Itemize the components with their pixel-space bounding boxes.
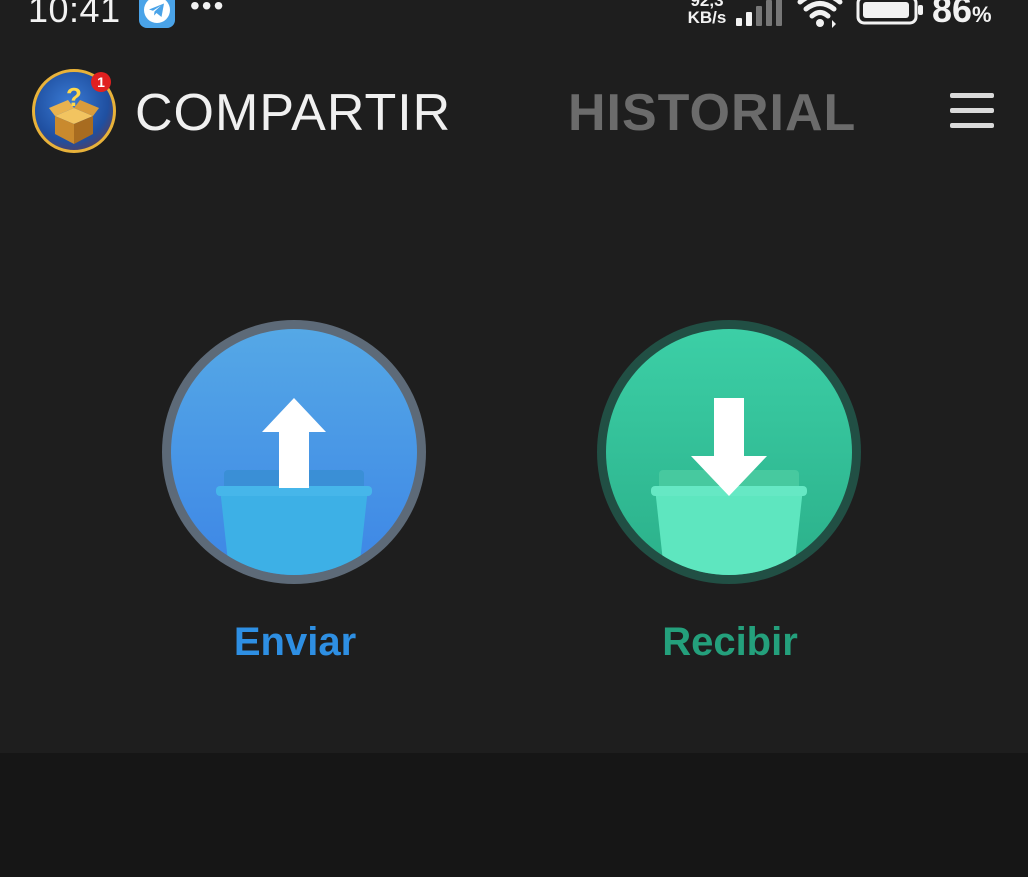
send-label: Enviar [233,620,357,664]
network-speed: 92,3 KB/s [684,0,730,26]
battery-icon [856,0,926,26]
menu-button[interactable] [944,89,1000,133]
tab-historial[interactable]: HISTORIAL [568,78,856,148]
network-speed-unit: KB/s [687,8,727,27]
bottom-panel [0,753,1028,877]
more-notifications-icon: ••• [190,0,226,21]
svg-text:?: ? [66,82,82,112]
app-bar: ? 1 COMPARTIR HISTORIAL [0,60,1028,170]
upload-folder-icon [162,320,426,584]
download-folder-icon [597,320,861,584]
status-bar: 10:41 ••• 92,3 KB/s 86% [0,0,1028,32]
receive-button[interactable]: Recibir [595,318,865,678]
app-screen: 10:41 ••• 92,3 KB/s 86% ? 1 COMPARTIR HI… [0,0,1028,877]
status-time: 10:41 [28,0,121,30]
battery-percent: 86% [932,0,992,30]
notification-badge: 1 [91,72,111,92]
telegram-icon [139,0,175,28]
signal-icon [734,0,784,28]
menu-icon [950,93,994,98]
wifi-icon [796,0,844,30]
tab-compartir[interactable]: COMPARTIR [135,78,451,148]
send-button[interactable]: Enviar [160,318,430,678]
receive-label: Recibir [662,620,798,664]
